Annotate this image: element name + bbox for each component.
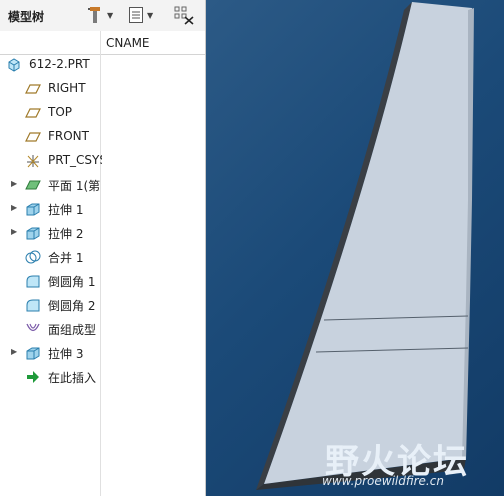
tree-item-round-1[interactable]: 倒圆角 1 <box>0 269 205 293</box>
tree-item-part[interactable]: 612-2.PRT <box>0 53 205 77</box>
hammer-wrench-icon <box>88 7 100 23</box>
tree-item-front[interactable]: FRONT <box>0 125 205 149</box>
extrude-icon <box>26 347 40 360</box>
tree-item-extrude-2[interactable]: ▶ 拉伸 2 <box>0 221 205 245</box>
tree-column-header: CNAME <box>0 31 205 55</box>
model-tree-tab[interactable]: 模型树 <box>8 8 44 25</box>
tree-item-round-2[interactable]: 倒圆角 2 <box>0 293 205 317</box>
tree-item-merge-1[interactable]: 合并 1 <box>0 245 205 269</box>
settings-dropdown-button[interactable]: ▼ <box>86 5 113 25</box>
model-tree-panel: 模型树 ▼ ▼ CNAME 612-2.PRT RIGHT TOP FRONT … <box>0 0 206 496</box>
show-dropdown-button[interactable]: ▼ <box>128 5 153 25</box>
extrude-icon <box>26 203 40 216</box>
chevron-down-icon: ▼ <box>147 10 154 20</box>
tree-filter-button[interactable] <box>173 5 195 25</box>
part-icon <box>8 58 20 72</box>
expand-arrow-icon[interactable]: ▶ <box>11 203 17 212</box>
tree-item-top[interactable]: TOP <box>0 101 205 125</box>
watermark-url: www.proewildfire.cn <box>322 474 444 488</box>
part-model-3d[interactable] <box>206 0 504 496</box>
plane-feature-icon <box>25 180 41 190</box>
round-icon <box>26 275 40 288</box>
tree-item-extrude-3[interactable]: ▶ 拉伸 3 <box>0 341 205 365</box>
tree-item-extrude-1[interactable]: ▶ 拉伸 1 <box>0 197 205 221</box>
tree-item-right[interactable]: RIGHT <box>0 77 205 101</box>
extrude-icon <box>26 227 40 240</box>
datum-plane-icon <box>25 132 41 142</box>
graphics-viewport[interactable] <box>206 0 504 496</box>
datum-plane-icon <box>25 108 41 118</box>
tree-item-insert-here[interactable]: 在此插入 <box>0 365 205 389</box>
model-tree-toolbar: 模型树 ▼ ▼ <box>0 0 205 32</box>
tree-filter-icon <box>174 6 194 25</box>
expand-arrow-icon[interactable]: ▶ <box>11 179 17 188</box>
insert-arrow-icon <box>27 371 39 383</box>
chevron-down-icon: ▼ <box>107 10 114 20</box>
tree-item-quilt-form[interactable]: 面组成型 <box>0 317 205 341</box>
expand-arrow-icon[interactable]: ▶ <box>11 347 17 356</box>
merge-icon <box>25 250 41 264</box>
datum-plane-icon <box>25 84 41 94</box>
column-header-cname[interactable]: CNAME <box>106 36 150 50</box>
list-document-icon <box>129 7 143 23</box>
tree-item-csys[interactable]: PRT_CSYS <box>0 149 205 173</box>
tree-item-plane-1[interactable]: ▶ 平面 1(第 <box>0 173 205 197</box>
round-icon <box>26 299 40 312</box>
csys-icon <box>27 155 39 168</box>
quilt-form-icon <box>26 323 40 332</box>
expand-arrow-icon[interactable]: ▶ <box>11 227 17 236</box>
